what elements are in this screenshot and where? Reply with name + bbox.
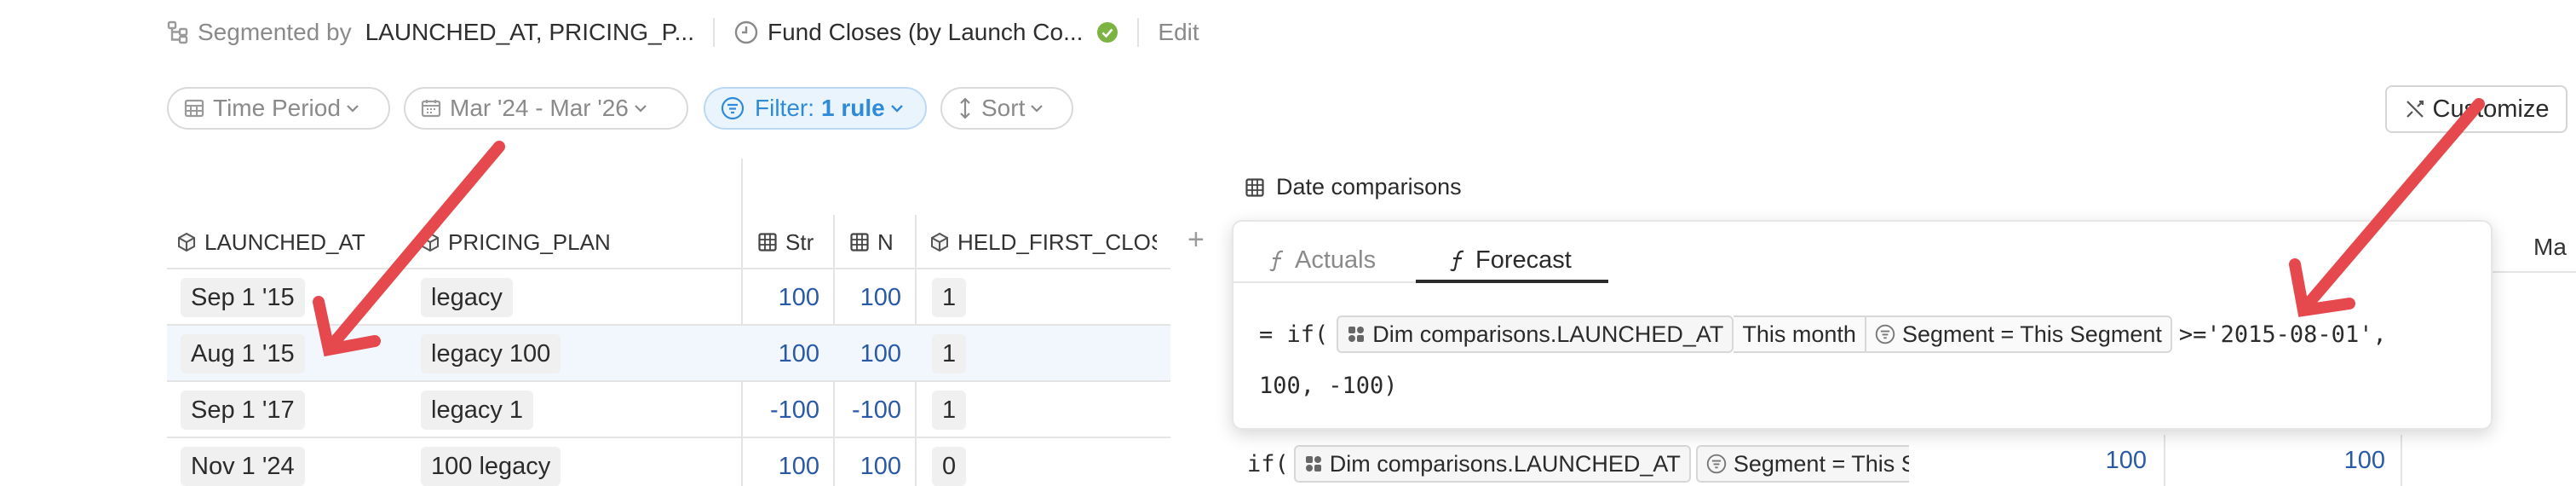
annotation-arrows <box>313 98 2485 357</box>
red-arrow-right <box>2289 98 2485 317</box>
red-arrow-left <box>313 141 505 357</box>
